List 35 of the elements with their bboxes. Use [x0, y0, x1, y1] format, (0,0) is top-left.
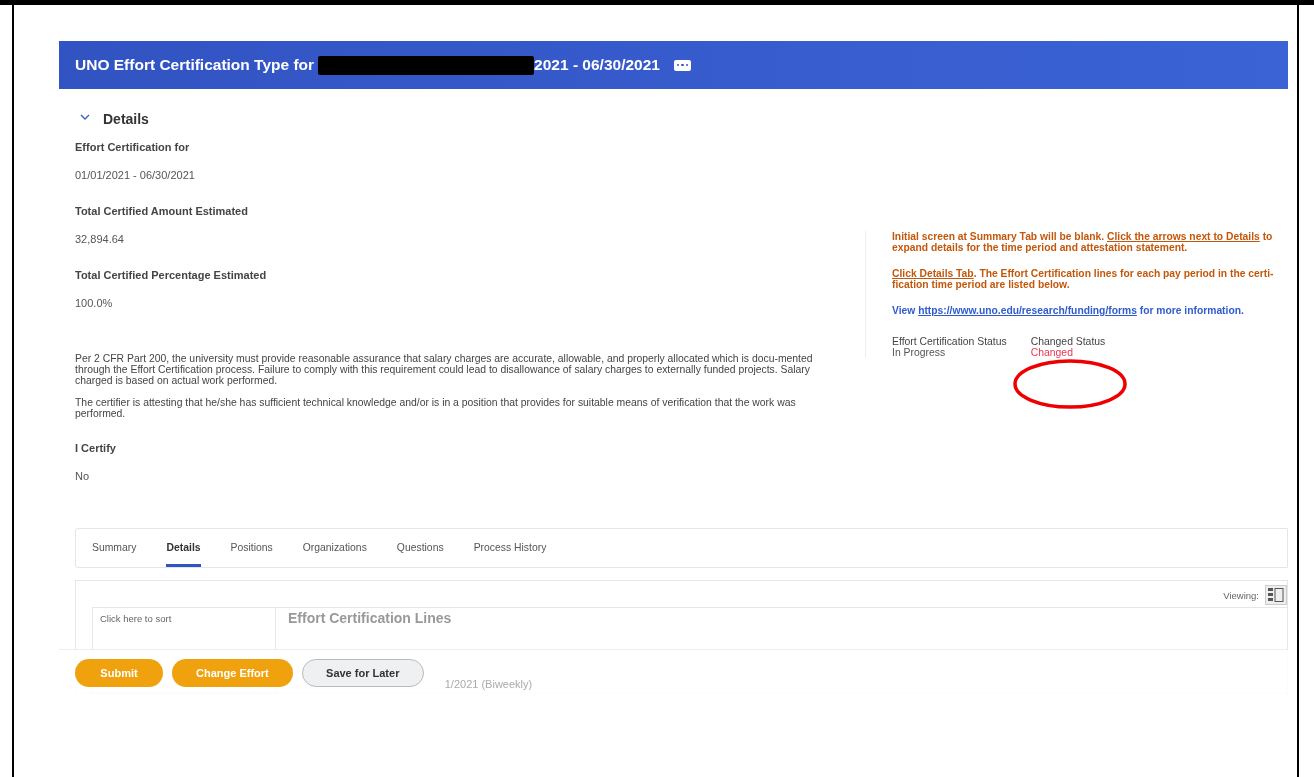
instruction-text: Click Details Tab. The Effort Certification lines for each pay period in the certi-fication time period are listed below.: [892, 268, 1275, 290]
section-title: Details: [103, 111, 149, 127]
action-button[interactable]: Save for Later: [301, 658, 424, 687]
field-value: 01/01/2021 - 06/30/2021: [75, 169, 196, 181]
page-title: 2021 - 06/30/2021: [534, 56, 660, 74]
field-value: No: [75, 470, 91, 482]
statement-text: Per 2 CFR Part 200, the university must provide reasonable assurance that salary charges are accurate, allowable, and properly allocated which is docu-mented through the Effort Certification process. Failure to comply with this requirement could lead to disallowance of salary charges to externally funded projects. Salary charged is based on actual work performed.: [75, 353, 814, 386]
tab[interactable]: Details: [166, 529, 201, 567]
field-value: 100.0%: [75, 297, 114, 309]
statement-text: The certifier is attesting that he/she has sufficient technical knowledge and/or is in a position that provides for suitable means of verification that the work was performed.: [75, 397, 797, 419]
instruction-text: Initial screen at Summary Tab will be blank. Click the arrows next to Details to expand details for the time period and attestation statement.: [892, 231, 1274, 253]
period-text: 1/2021 (Biweekly): [444, 677, 533, 690]
section-title: Effort Certification Lines: [288, 610, 452, 626]
field-value: 32,894.64: [75, 233, 125, 245]
instruction-text: View https://www.uno.edu/research/funding/forms for more information.: [892, 305, 1245, 316]
status-value: Changed: [1030, 347, 1074, 358]
link[interactable]: Click Details Tab: [892, 268, 974, 279]
tab[interactable]: Organizations: [302, 529, 367, 567]
field-label: Total Certified Amount Estimated: [75, 205, 249, 217]
tab[interactable]: Summary: [92, 529, 137, 567]
link[interactable]: https://www.uno.edu/research/funding/forms: [918, 305, 1137, 316]
field-label: Effort Certification for: [75, 141, 191, 153]
viewing-label: Viewing:: [1223, 589, 1259, 601]
field-label: I Certify: [75, 442, 117, 454]
status-label: Effort Certification Status: [892, 336, 1007, 347]
status-label: Changed Status: [1030, 336, 1106, 347]
tab[interactable]: Process History: [473, 529, 547, 567]
status-value: In Progress: [892, 347, 947, 358]
link[interactable]: Click the arrows next to Details: [1106, 231, 1260, 242]
field-label: Total Certified Percentage Estimated: [75, 269, 268, 281]
page-title: UNO Effort Certification Type for: [75, 56, 315, 74]
tab[interactable]: Questions: [396, 529, 444, 567]
more-icon[interactable]: [673, 59, 691, 71]
layout-icon[interactable]: [1265, 585, 1287, 605]
tab[interactable]: Positions: [230, 529, 273, 567]
